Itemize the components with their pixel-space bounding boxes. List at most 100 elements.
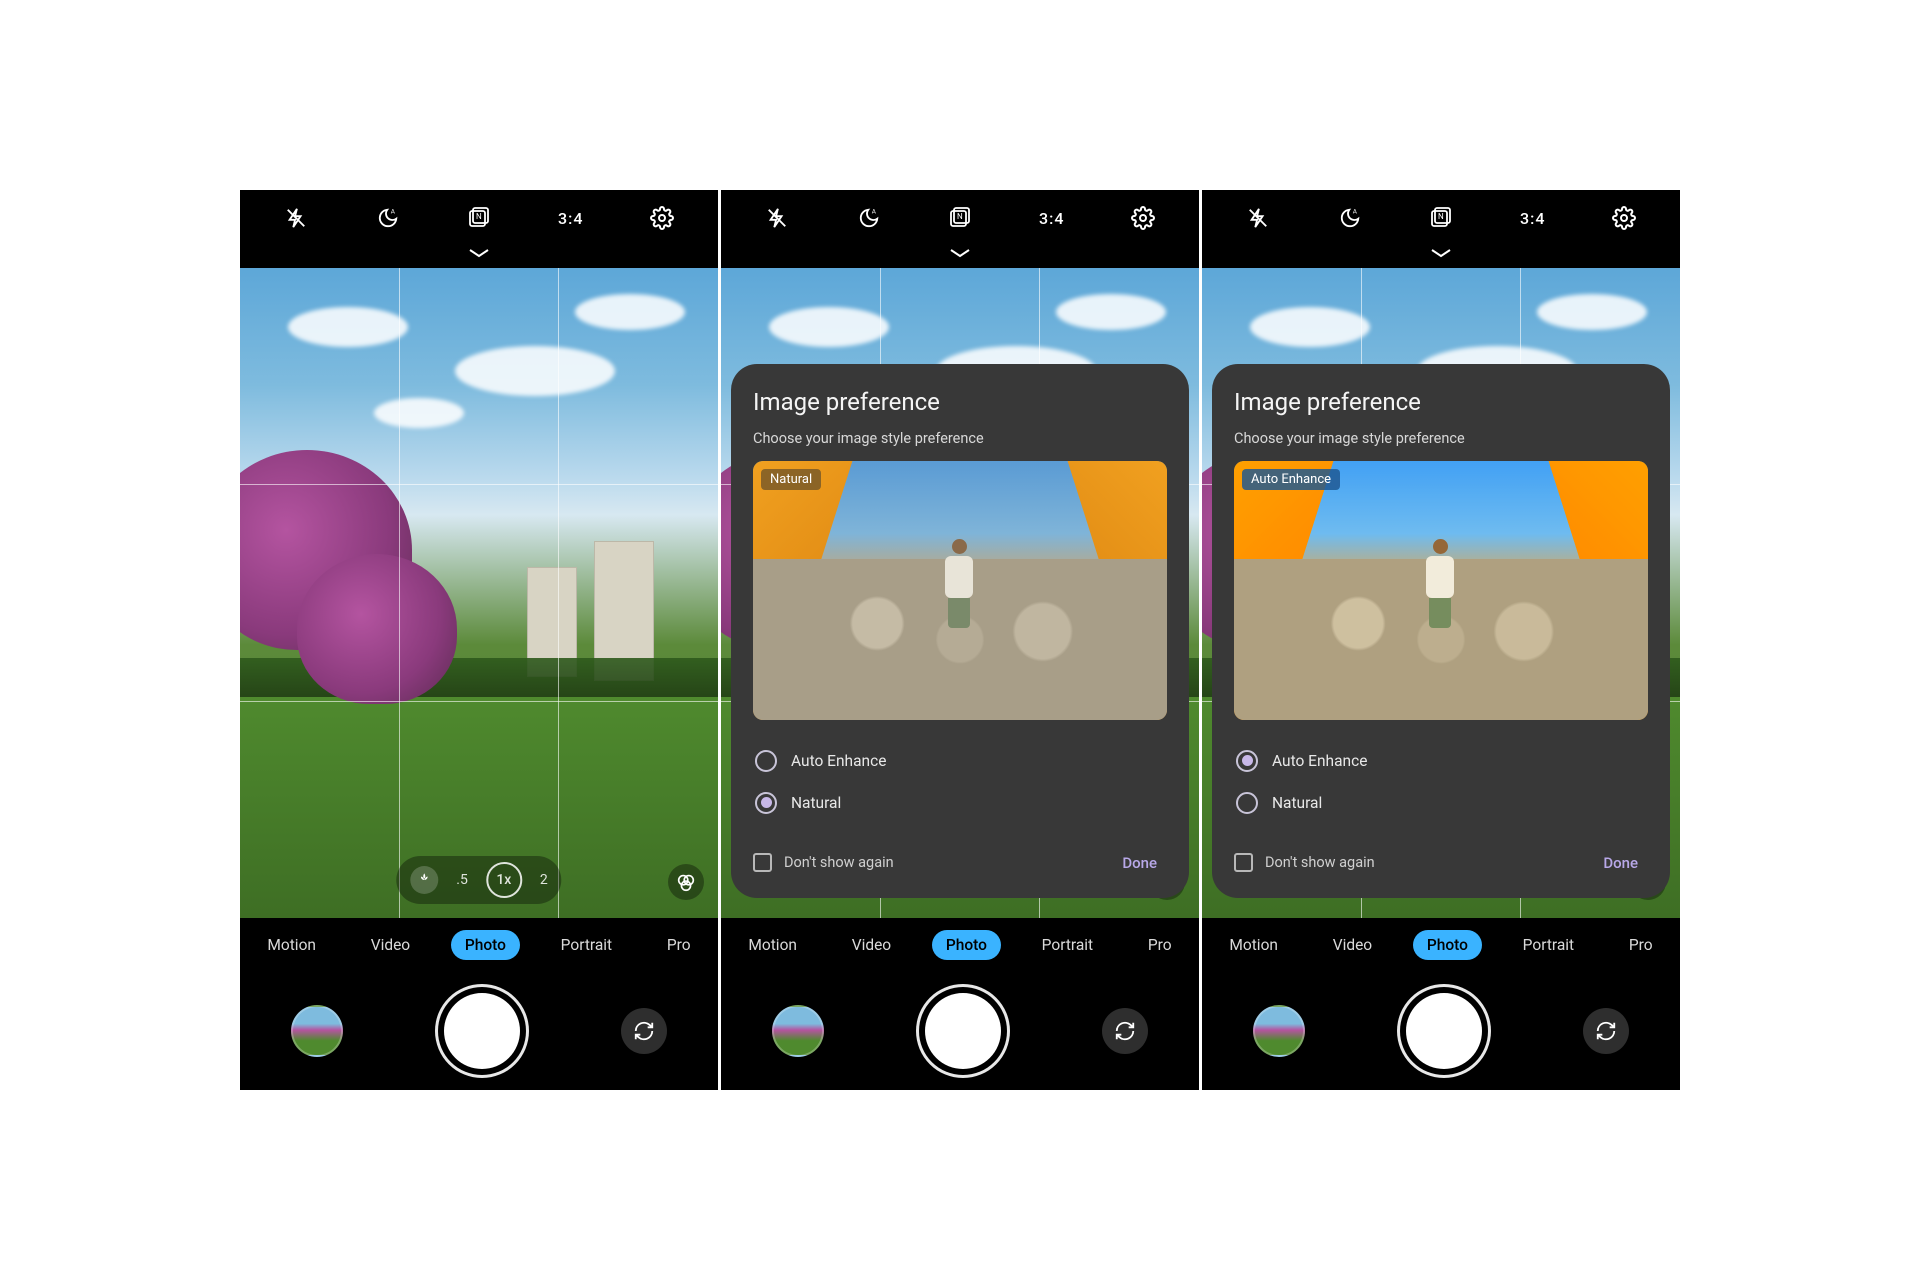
zoom-level-2x[interactable]: 2 [540, 872, 548, 888]
shutter-button[interactable] [444, 993, 520, 1069]
mode-selector: Motion Video Photo Portrait Pro [721, 918, 1199, 972]
switch-camera-button[interactable] [1583, 1008, 1629, 1054]
mode-motion[interactable]: Motion [734, 930, 811, 960]
switch-camera-button[interactable] [1102, 1008, 1148, 1054]
night-mode-icon[interactable]: A [856, 205, 882, 231]
viewfinder[interactable]: Image preference Choose your image style… [721, 268, 1199, 918]
settings-icon[interactable] [1130, 205, 1156, 231]
top-toolbar: A N 3:4 [721, 190, 1199, 246]
checkbox-label: Don't show again [784, 854, 894, 871]
option-label: Auto Enhance [791, 752, 886, 770]
style-preview-image: Natural [753, 461, 1167, 720]
mode-motion[interactable]: Motion [253, 930, 330, 960]
night-mode-icon[interactable]: A [1337, 205, 1363, 231]
gallery-thumbnail[interactable] [1253, 1005, 1305, 1057]
mode-portrait[interactable]: Portrait [1028, 930, 1107, 960]
grid-line [240, 701, 718, 702]
dialog-title: Image preference [753, 388, 1167, 416]
flash-off-icon[interactable] [764, 205, 790, 231]
preview-badge: Natural [761, 469, 821, 490]
zoom-selector: .5 1x 2 [396, 856, 561, 904]
mode-photo[interactable]: Photo [932, 930, 1001, 960]
mode-pro[interactable]: Pro [1134, 930, 1186, 960]
option-auto-enhance[interactable]: Auto Enhance [753, 740, 1167, 782]
settings-icon[interactable] [649, 205, 675, 231]
radio-icon [1236, 750, 1258, 772]
done-button[interactable]: Done [1593, 848, 1648, 878]
radio-icon [1236, 792, 1258, 814]
image-preference-dialog: Image preference Choose your image style… [1212, 364, 1670, 898]
option-label: Natural [1272, 794, 1322, 812]
svg-text:N: N [957, 212, 963, 221]
bottom-controls [1202, 972, 1680, 1090]
shutter-button[interactable] [925, 993, 1001, 1069]
dont-show-again[interactable]: Don't show again [753, 853, 894, 872]
mode-motion[interactable]: Motion [1215, 930, 1292, 960]
svg-text:N: N [476, 212, 482, 221]
zoom-level-0-5x[interactable]: .5 [456, 872, 468, 888]
shutter-button[interactable] [1406, 993, 1482, 1069]
switch-camera-button[interactable] [621, 1008, 667, 1054]
preview-badge: Auto Enhance [1242, 469, 1340, 490]
raw-mode-icon[interactable]: N [947, 205, 973, 231]
aspect-ratio-button[interactable]: 3:4 [1039, 209, 1064, 228]
viewfinder[interactable]: .5 1x 2 [240, 268, 718, 918]
flash-off-icon[interactable] [283, 205, 309, 231]
radio-icon [755, 792, 777, 814]
phone-screen-2: A N 3:4 Image preference Choose your ima… [721, 190, 1199, 1090]
dialog-subtitle: Choose your image style preference [753, 430, 1167, 447]
mode-video[interactable]: Video [838, 930, 905, 960]
zoom-level-1x[interactable]: 1x [486, 862, 522, 898]
option-natural[interactable]: Natural [1234, 782, 1648, 824]
grid-line [240, 484, 718, 485]
gallery-thumbnail[interactable] [772, 1005, 824, 1057]
mode-portrait[interactable]: Portrait [547, 930, 626, 960]
mode-portrait[interactable]: Portrait [1509, 930, 1588, 960]
raw-mode-icon[interactable]: N [466, 205, 492, 231]
flash-off-icon[interactable] [1245, 205, 1271, 231]
mode-photo[interactable]: Photo [451, 930, 520, 960]
mode-video[interactable]: Video [1319, 930, 1386, 960]
mode-photo[interactable]: Photo [1413, 930, 1482, 960]
phone-screen-3: A N 3:4 Image preference Choose your ima… [1202, 190, 1680, 1090]
macro-mode-icon[interactable] [410, 866, 438, 894]
filters-button[interactable] [668, 864, 704, 900]
night-mode-icon[interactable]: A [375, 205, 401, 231]
top-toolbar: A N 3:4 [240, 190, 718, 246]
camera-preview-scene [240, 268, 718, 918]
svg-text:A: A [1352, 207, 1357, 215]
dialog-footer: Don't show again Done [1234, 848, 1648, 878]
dialog-subtitle: Choose your image style preference [1234, 430, 1648, 447]
toolbar-expand[interactable] [721, 246, 1199, 268]
mode-selector: Motion Video Photo Portrait Pro [1202, 918, 1680, 972]
gallery-thumbnail[interactable] [291, 1005, 343, 1057]
done-button[interactable]: Done [1112, 848, 1167, 878]
dont-show-again[interactable]: Don't show again [1234, 853, 1375, 872]
option-auto-enhance[interactable]: Auto Enhance [1234, 740, 1648, 782]
dialog-footer: Don't show again Done [753, 848, 1167, 878]
settings-icon[interactable] [1611, 205, 1637, 231]
mode-selector: Motion Video Photo Portrait Pro [240, 918, 718, 972]
svg-text:A: A [390, 207, 395, 215]
bottom-controls [240, 972, 718, 1090]
checkbox-icon [1234, 853, 1253, 872]
option-label: Natural [791, 794, 841, 812]
phone-screen-1: A N 3:4 [240, 190, 718, 1090]
aspect-ratio-button[interactable]: 3:4 [558, 209, 583, 228]
top-toolbar: A N 3:4 [1202, 190, 1680, 246]
mode-video[interactable]: Video [357, 930, 424, 960]
mode-pro[interactable]: Pro [1615, 930, 1667, 960]
toolbar-expand[interactable] [1202, 246, 1680, 268]
option-natural[interactable]: Natural [753, 782, 1167, 824]
checkbox-label: Don't show again [1265, 854, 1375, 871]
grid-line [399, 268, 400, 918]
viewfinder[interactable]: Image preference Choose your image style… [1202, 268, 1680, 918]
image-preference-dialog: Image preference Choose your image style… [731, 364, 1189, 898]
raw-mode-icon[interactable]: N [1428, 205, 1454, 231]
radio-icon [755, 750, 777, 772]
checkbox-icon [753, 853, 772, 872]
aspect-ratio-button[interactable]: 3:4 [1520, 209, 1545, 228]
bottom-controls [721, 972, 1199, 1090]
mode-pro[interactable]: Pro [653, 930, 705, 960]
toolbar-expand[interactable] [240, 246, 718, 268]
